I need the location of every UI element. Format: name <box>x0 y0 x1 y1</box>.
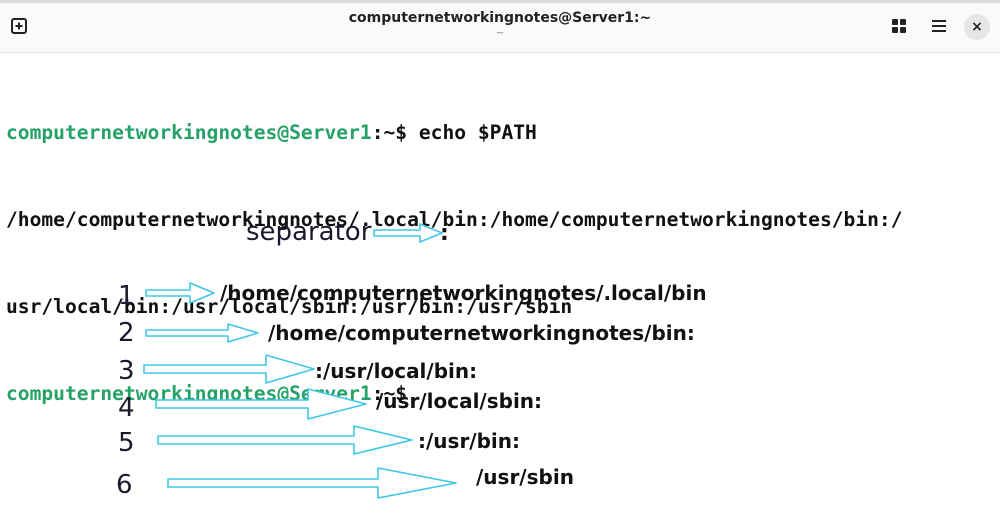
entry-path-5: :/usr/bin: <box>418 429 520 453</box>
path-annotation: separator : 1 2 3 4 5 6 /home/computerne… <box>116 217 707 500</box>
separator-label: separator <box>246 217 372 247</box>
entry-path-6: /usr/sbin <box>476 465 574 489</box>
entry-path-4: /usr/local/sbin: <box>376 389 542 413</box>
entry-path-1: /home/computernetworkingnotes/.local/bin <box>220 281 707 305</box>
entry-arrow-6 <box>167 467 457 499</box>
entry-number-6: 6 <box>116 470 133 500</box>
entry-number-4: 4 <box>118 393 135 423</box>
entry-number-5: 5 <box>118 428 135 458</box>
entry-number-3: 3 <box>118 356 135 386</box>
entry-number-2: 2 <box>118 318 135 348</box>
separator-arrow <box>373 223 443 243</box>
entry-arrow-1 <box>145 282 215 304</box>
entry-arrow-4 <box>155 388 367 420</box>
entry-path-2: /home/computernetworkingnotes/bin: <box>268 321 695 345</box>
entry-path-3: :/usr/local/bin: <box>315 359 477 383</box>
entry-arrow-2 <box>145 323 259 343</box>
entry-arrow-3 <box>143 354 315 384</box>
entry-arrow-5 <box>157 425 413 455</box>
entry-number-1: 1 <box>118 281 135 311</box>
